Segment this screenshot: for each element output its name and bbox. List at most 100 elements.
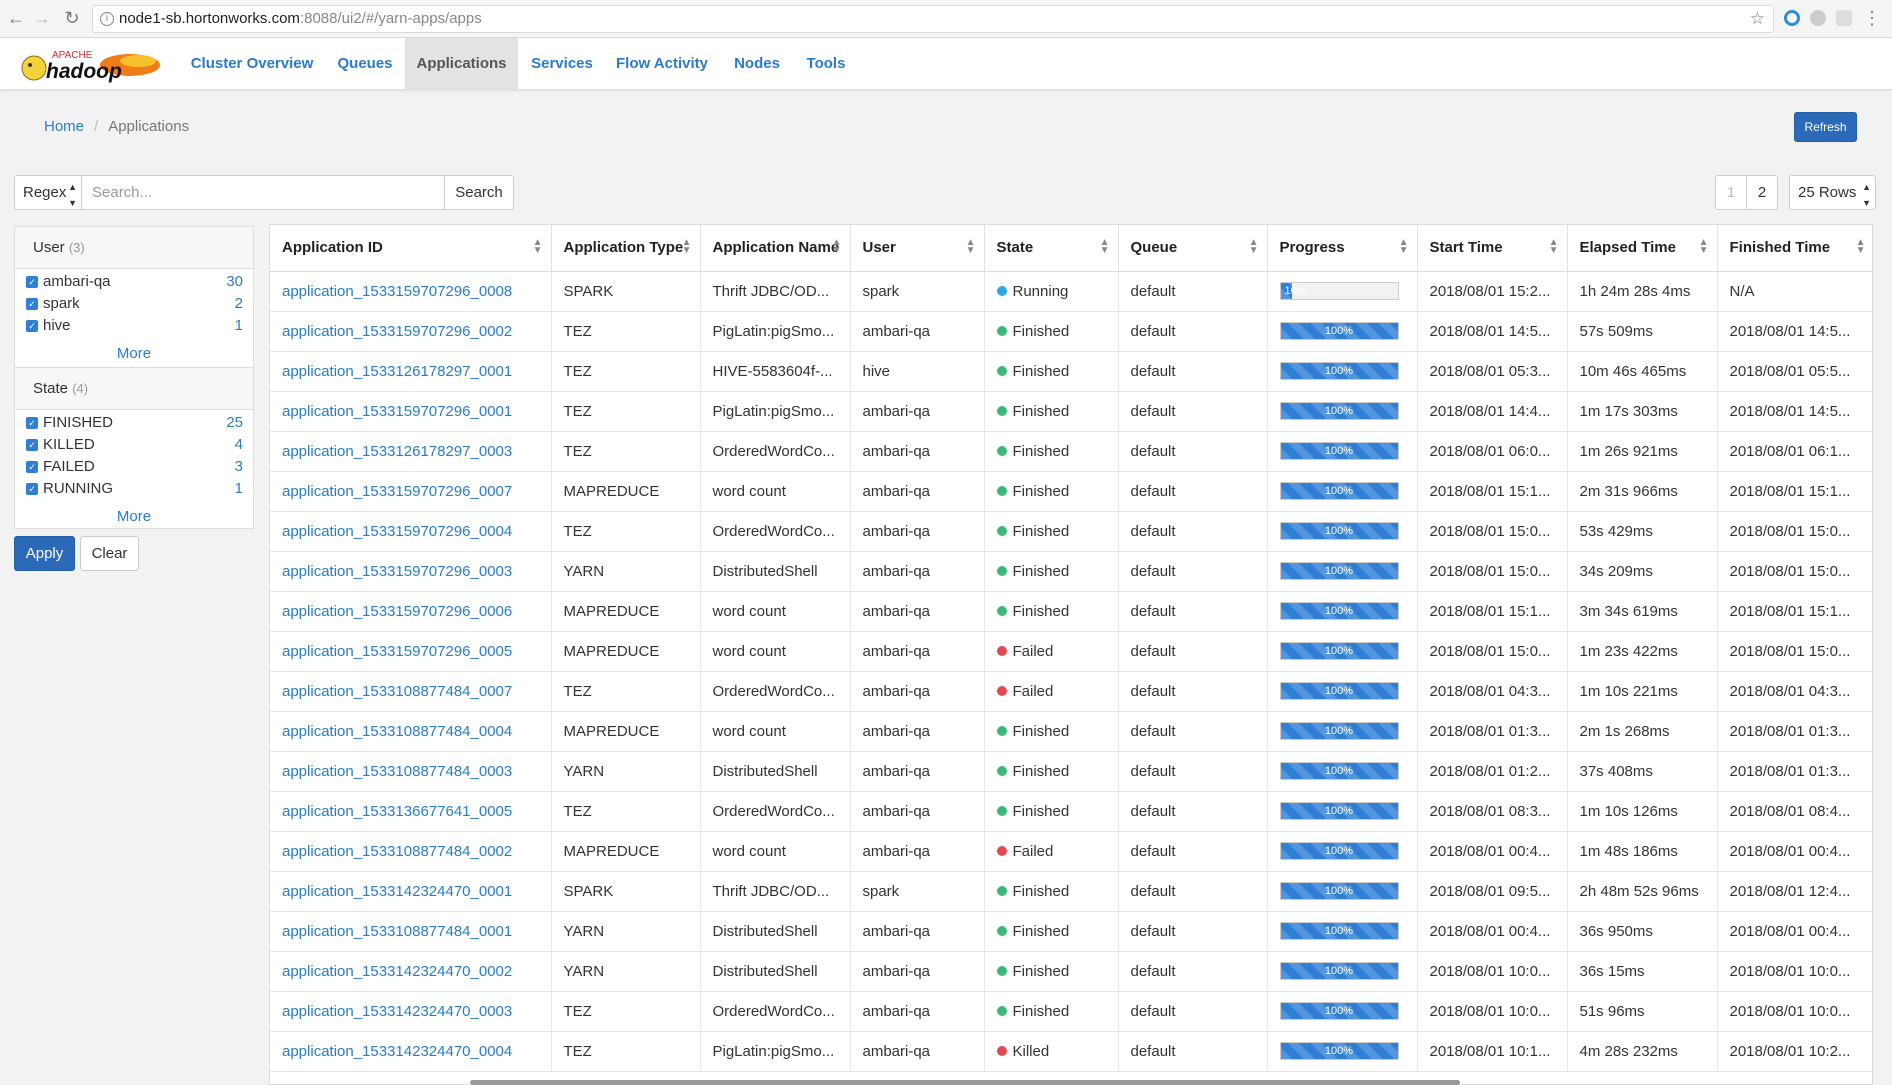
facet-option-running[interactable]: ✓ RUNNING 1 <box>15 478 253 500</box>
table-row[interactable]: application_1533159707296_0006 MAPREDUCE w… <box>270 591 1872 632</box>
checkbox-checked-icon[interactable]: ✓ <box>26 417 38 429</box>
table-row[interactable]: application_1533159707296_0008 SPARK Thrif… <box>270 271 1872 312</box>
application-id-link[interactable]: application_1533159707296_0003 <box>270 551 552 592</box>
application-id-link[interactable]: application_1533142324470_0002 <box>270 951 552 992</box>
search-mode-select[interactable]: Regex ▲ ▼ <box>14 175 82 210</box>
column-header[interactable]: Elapsed Time ▲ ▼ <box>1567 225 1718 272</box>
application-id-link[interactable]: application_1533126178297_0003 <box>270 431 552 472</box>
column-header[interactable]: State ▲ ▼ <box>984 225 1119 272</box>
application-id-link[interactable]: application_1533126178297_0001 <box>270 351 552 392</box>
menu-dots-icon[interactable]: ⋮ <box>1862 8 1882 28</box>
user-facet-more-link[interactable]: More <box>15 337 253 371</box>
application-id-link[interactable]: application_1533159707296_0008 <box>270 271 552 312</box>
application-id-link[interactable]: application_1533159707296_0002 <box>270 311 552 352</box>
nav-cluster-overview[interactable]: Cluster Overview <box>183 38 321 89</box>
sort-arrows-icon[interactable]: ▲ ▼ <box>1856 238 1866 256</box>
application-id-link[interactable]: application_1533108877484_0004 <box>270 711 552 752</box>
horizontal-scrollbar[interactable] <box>470 1080 1460 1085</box>
table-row[interactable]: application_1533159707296_0004 TEZ Ordered… <box>270 511 1872 552</box>
table-row[interactable]: application_1533108877484_0004 MAPREDUCE w… <box>270 711 1872 752</box>
bookmark-star-icon[interactable]: ☆ <box>1750 6 1765 32</box>
table-row[interactable]: application_1533159707296_0007 MAPREDUCE w… <box>270 471 1872 512</box>
clear-button[interactable]: Clear <box>80 536 139 571</box>
facet-option-finished[interactable]: ✓ FINISHED 25 <box>15 412 253 434</box>
column-header[interactable]: User ▲ ▼ <box>850 225 985 272</box>
hadoop-logo[interactable]: APACHE hadoop <box>18 47 163 83</box>
table-row[interactable]: application_1533159707296_0002 TEZ PigLati… <box>270 311 1872 352</box>
checkbox-checked-icon[interactable]: ✓ <box>26 483 38 495</box>
nav-tools[interactable]: Tools <box>796 38 856 89</box>
table-row[interactable]: application_1533126178297_0003 TEZ Ordered… <box>270 431 1872 472</box>
application-id-link[interactable]: application_1533142324470_0001 <box>270 871 552 912</box>
sort-arrows-icon[interactable]: ▲ ▼ <box>1699 238 1709 256</box>
table-row[interactable]: application_1533159707296_0003 YARN Distri… <box>270 551 1872 592</box>
address-bar[interactable]: i node1-sb.hortonworks.com:8088/ui2/#/ya… <box>92 5 1774 33</box>
application-id-link[interactable]: application_1533142324470_0003 <box>270 991 552 1032</box>
sort-arrows-icon[interactable]: ▲ ▼ <box>1399 238 1409 256</box>
application-id-link[interactable]: application_1533159707296_0004 <box>270 511 552 552</box>
sort-arrows-icon[interactable]: ▲ ▼ <box>1100 238 1110 256</box>
sort-arrows-icon[interactable]: ▲ ▼ <box>1549 238 1559 256</box>
extension-icon[interactable] <box>1810 10 1826 26</box>
checkbox-checked-icon[interactable]: ✓ <box>26 276 38 288</box>
sort-arrows-icon[interactable]: ▲ ▼ <box>966 238 976 256</box>
table-row[interactable]: application_1533108877484_0007 TEZ Ordered… <box>270 671 1872 712</box>
application-id-link[interactable]: application_1533159707296_0007 <box>270 471 552 512</box>
table-row[interactable]: application_1533108877484_0001 YARN Distri… <box>270 911 1872 952</box>
column-header[interactable]: Application Type ▲ ▼ <box>551 225 701 272</box>
application-id-link[interactable]: application_1533159707296_0001 <box>270 391 552 432</box>
table-row[interactable]: application_1533126178297_0001 TEZ HIVE-55… <box>270 351 1872 392</box>
column-header[interactable]: Progress ▲ ▼ <box>1267 225 1418 272</box>
apply-button[interactable]: Apply <box>14 536 75 571</box>
table-row[interactable]: application_1533142324470_0001 SPARK Thrif… <box>270 871 1872 912</box>
facet-option-spark[interactable]: ✓ spark 2 <box>15 293 253 315</box>
extension-icon[interactable] <box>1784 10 1800 26</box>
nav-nodes[interactable]: Nodes <box>724 38 790 89</box>
state-facet-more-link[interactable]: More <box>15 500 253 534</box>
sort-arrows-icon[interactable]: ▲ ▼ <box>832 238 842 256</box>
column-header[interactable]: Application ID ▲ ▼ <box>270 225 552 272</box>
nav-flow-activity[interactable]: Flow Activity <box>608 38 716 89</box>
column-header[interactable]: Start Time ▲ ▼ <box>1417 225 1568 272</box>
application-id-link[interactable]: application_1533159707296_0005 <box>270 631 552 672</box>
application-id-link[interactable]: application_1533159707296_0006 <box>270 591 552 632</box>
reload-icon[interactable]: ↻ <box>62 8 82 28</box>
nav-applications[interactable]: Applications <box>405 38 518 89</box>
table-row[interactable]: application_1533142324470_0004 TEZ PigLati… <box>270 1031 1872 1072</box>
table-row[interactable]: application_1533136677641_0005 TEZ Ordered… <box>270 791 1872 832</box>
column-header[interactable]: Application Name ▲ ▼ <box>700 225 851 272</box>
checkbox-checked-icon[interactable]: ✓ <box>26 320 38 332</box>
sort-arrows-icon[interactable]: ▲ ▼ <box>533 238 543 256</box>
table-row[interactable]: application_1533108877484_0002 MAPREDUCE w… <box>270 831 1872 872</box>
table-row[interactable]: application_1533142324470_0002 YARN Distri… <box>270 951 1872 992</box>
application-id-link[interactable]: application_1533108877484_0007 <box>270 671 552 712</box>
info-icon[interactable]: i <box>100 12 114 26</box>
search-button[interactable]: Search <box>445 175 514 210</box>
facet-option-failed[interactable]: ✓ FAILED 3 <box>15 456 253 478</box>
forward-arrow-icon[interactable]: → <box>32 8 52 28</box>
nav-services[interactable]: Services <box>522 38 602 89</box>
facet-option-hive[interactable]: ✓ hive 1 <box>15 315 253 337</box>
sort-arrows-icon[interactable]: ▲ ▼ <box>1249 238 1259 256</box>
table-row[interactable]: application_1533142324470_0003 TEZ Ordered… <box>270 991 1872 1032</box>
refresh-button[interactable]: Refresh <box>1794 112 1857 142</box>
checkbox-checked-icon[interactable]: ✓ <box>26 298 38 310</box>
application-id-link[interactable]: application_1533136677641_0005 <box>270 791 552 832</box>
application-id-link[interactable]: application_1533108877484_0003 <box>270 751 552 792</box>
column-header[interactable]: Queue ▲ ▼ <box>1118 225 1268 272</box>
checkbox-checked-icon[interactable]: ✓ <box>26 461 38 473</box>
facet-option-ambari-qa[interactable]: ✓ ambari-qa 30 <box>15 271 253 293</box>
page-1-button[interactable]: 1 <box>1715 175 1747 210</box>
table-row[interactable]: application_1533159707296_0001 TEZ PigLati… <box>270 391 1872 432</box>
checkbox-checked-icon[interactable]: ✓ <box>26 439 38 451</box>
sort-arrows-icon[interactable]: ▲ ▼ <box>682 238 692 256</box>
page-2-button[interactable]: 2 <box>1746 175 1778 210</box>
extension-icon[interactable] <box>1836 10 1852 26</box>
table-row[interactable]: application_1533159707296_0005 MAPREDUCE w… <box>270 631 1872 672</box>
breadcrumb-home[interactable]: Home <box>44 118 84 135</box>
table-row[interactable]: application_1533108877484_0003 YARN Distri… <box>270 751 1872 792</box>
application-id-link[interactable]: application_1533108877484_0001 <box>270 911 552 952</box>
rows-per-page-select[interactable]: 25 Rows ▲ ▼ <box>1789 175 1876 210</box>
application-id-link[interactable]: application_1533142324470_0004 <box>270 1031 552 1072</box>
application-id-link[interactable]: application_1533108877484_0002 <box>270 831 552 872</box>
